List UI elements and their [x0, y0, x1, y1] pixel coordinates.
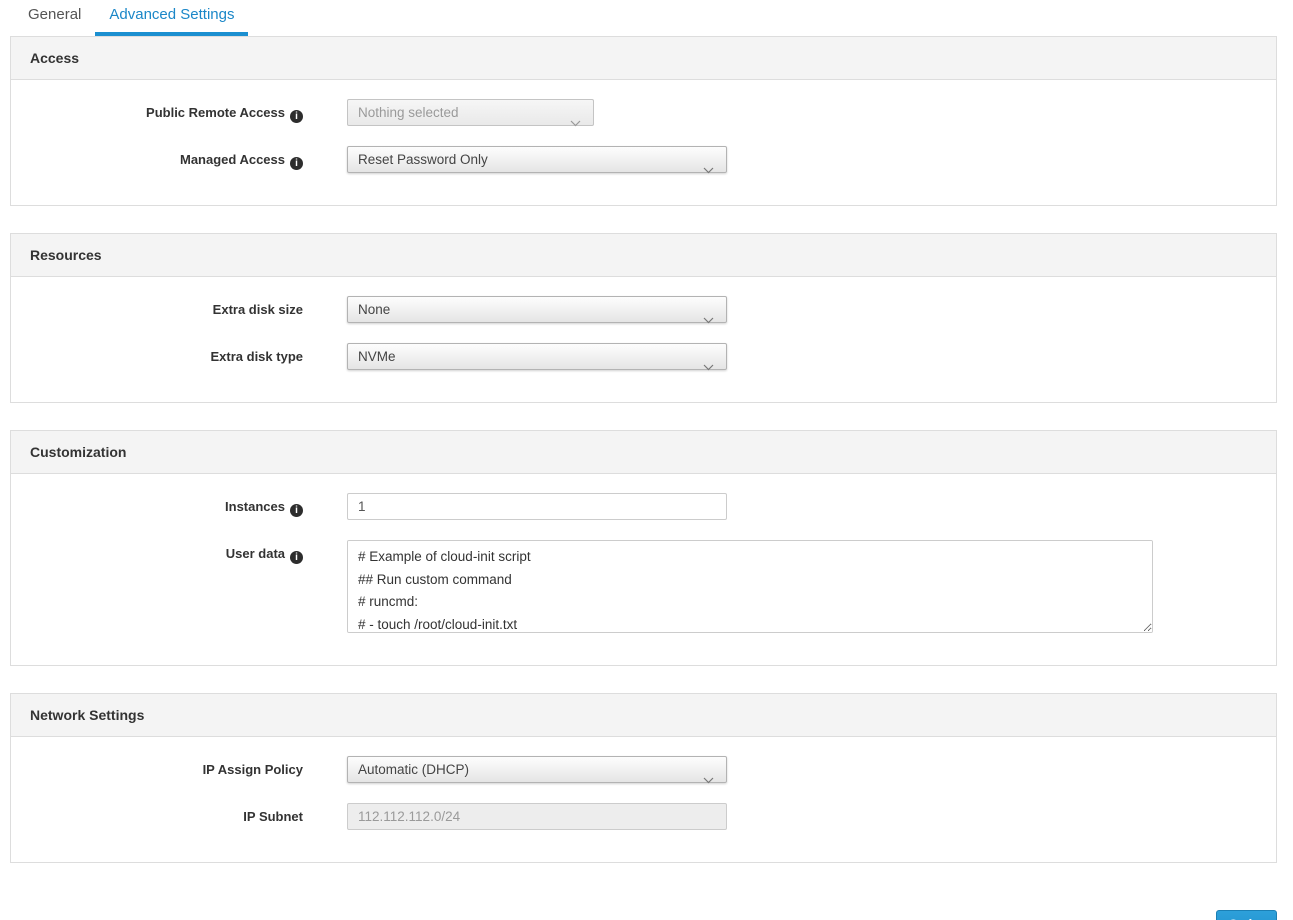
field-ip-subnet: IP Subnet	[11, 803, 1276, 830]
tab-general[interactable]: General	[14, 3, 95, 36]
chevron-down-icon	[703, 354, 714, 379]
field-extra-disk-size: Extra disk size None	[11, 296, 1276, 323]
extra-disk-size-label: Extra disk size	[11, 296, 303, 317]
resources-section-body: Extra disk size None Extra disk type NVM…	[11, 277, 1276, 402]
user-data-textarea[interactable]: # Example of cloud-init script ## Run cu…	[347, 540, 1153, 633]
access-section-body: Public Remote Access i Nothing selected M…	[11, 80, 1276, 205]
field-ip-assign-policy: IP Assign Policy Automatic (DHCP)	[11, 756, 1276, 783]
public-remote-access-select-value: Nothing selected	[358, 100, 459, 125]
footer-actions: Order	[0, 890, 1293, 920]
public-remote-access-label-text: Public Remote Access	[146, 105, 285, 120]
order-button[interactable]: Order	[1216, 910, 1277, 920]
customization-section-header: Customization	[11, 431, 1276, 474]
info-icon[interactable]: i	[290, 110, 303, 123]
chevron-down-icon	[570, 110, 581, 135]
managed-access-label-text: Managed Access	[180, 152, 285, 167]
network-settings-section: Network Settings IP Assign Policy Automa…	[10, 693, 1277, 863]
user-data-label-text: User data	[226, 546, 285, 561]
tab-advanced-settings[interactable]: Advanced Settings	[95, 3, 248, 36]
network-settings-section-body: IP Assign Policy Automatic (DHCP) IP Sub…	[11, 737, 1276, 862]
ip-subnet-input	[347, 803, 727, 830]
ip-assign-policy-label-text: IP Assign Policy	[203, 762, 303, 777]
field-instances: Instances i	[11, 493, 1276, 520]
network-settings-section-header: Network Settings	[11, 694, 1276, 737]
public-remote-access-label: Public Remote Access i	[11, 99, 303, 123]
managed-access-select[interactable]: Reset Password Only	[347, 146, 727, 173]
chevron-down-icon	[703, 307, 714, 332]
access-section: Access Public Remote Access i Nothing sel…	[10, 36, 1277, 206]
access-section-header: Access	[11, 37, 1276, 80]
extra-disk-size-select-value: None	[358, 297, 390, 322]
ip-assign-policy-select-value: Automatic (DHCP)	[358, 757, 469, 782]
customization-section: Customization Instances i User data i # Ex…	[10, 430, 1277, 666]
instances-input[interactable]	[347, 493, 727, 520]
info-icon[interactable]: i	[290, 551, 303, 564]
field-extra-disk-type: Extra disk type NVMe	[11, 343, 1276, 370]
public-remote-access-select: Nothing selected	[347, 99, 594, 126]
tab-bar: General Advanced Settings	[0, 3, 1293, 36]
extra-disk-type-select-value: NVMe	[358, 344, 396, 369]
instances-label: Instances i	[11, 493, 303, 517]
field-user-data: User data i # Example of cloud-init scrip…	[11, 540, 1276, 633]
managed-access-label: Managed Access i	[11, 146, 303, 170]
resources-section: Resources Extra disk size None Extra dis…	[10, 233, 1277, 403]
ip-assign-policy-label: IP Assign Policy	[11, 756, 303, 777]
field-public-remote-access: Public Remote Access i Nothing selected	[11, 99, 1276, 126]
resources-section-header: Resources	[11, 234, 1276, 277]
chevron-down-icon	[703, 767, 714, 792]
extra-disk-type-label: Extra disk type	[11, 343, 303, 364]
extra-disk-type-select[interactable]: NVMe	[347, 343, 727, 370]
extra-disk-size-select[interactable]: None	[347, 296, 727, 323]
chevron-down-icon	[703, 157, 714, 182]
info-icon[interactable]: i	[290, 157, 303, 170]
advanced-settings-page: General Advanced Settings Access Public …	[0, 3, 1293, 920]
info-icon[interactable]: i	[290, 504, 303, 517]
field-managed-access: Managed Access i Reset Password Only	[11, 146, 1276, 173]
extra-disk-size-label-text: Extra disk size	[213, 302, 303, 317]
instances-label-text: Instances	[225, 499, 285, 514]
user-data-label: User data i	[11, 540, 303, 564]
customization-section-body: Instances i User data i # Example of cloud…	[11, 474, 1276, 665]
ip-subnet-label: IP Subnet	[11, 803, 303, 824]
ip-assign-policy-select[interactable]: Automatic (DHCP)	[347, 756, 727, 783]
ip-subnet-label-text: IP Subnet	[243, 809, 303, 824]
managed-access-select-value: Reset Password Only	[358, 147, 488, 172]
extra-disk-type-label-text: Extra disk type	[211, 349, 304, 364]
